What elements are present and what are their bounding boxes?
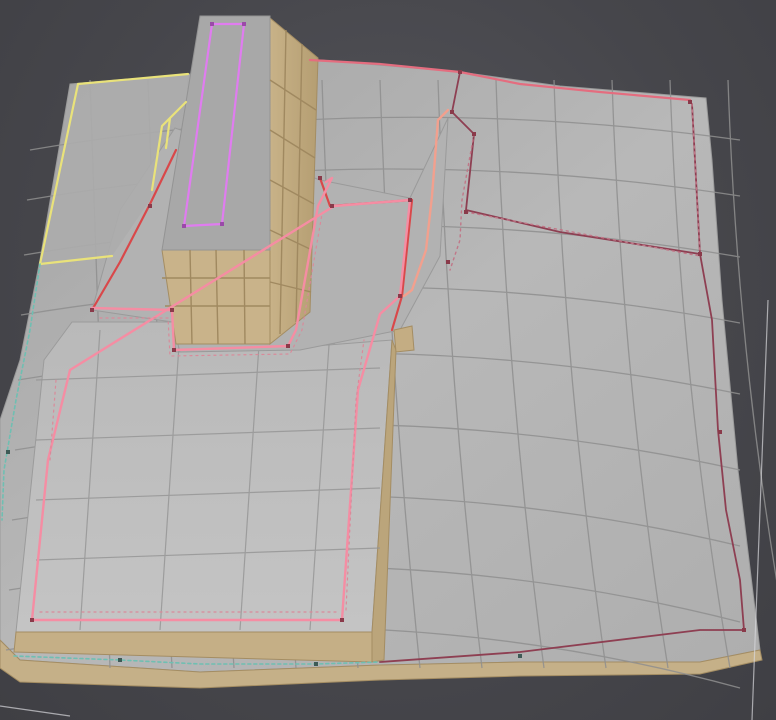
- scene-canvas[interactable]: [0, 0, 776, 720]
- vertex-marker[interactable]: [330, 204, 334, 208]
- vertex-marker[interactable]: [518, 654, 522, 658]
- vertex-marker[interactable]: [340, 618, 344, 622]
- vertex-marker[interactable]: [458, 70, 462, 74]
- vertex-marker[interactable]: [172, 348, 176, 352]
- 3d-viewport[interactable]: [0, 0, 776, 720]
- vertex-marker[interactable]: [90, 308, 94, 312]
- vertex-marker[interactable]: [464, 210, 468, 214]
- vertex-marker[interactable]: [242, 22, 246, 26]
- vertex-marker[interactable]: [220, 222, 224, 226]
- platform-slab: [13, 321, 397, 663]
- vertex-marker[interactable]: [698, 252, 702, 256]
- vertex-marker[interactable]: [450, 110, 454, 114]
- vertex-marker[interactable]: [408, 198, 412, 202]
- vertex-marker[interactable]: [30, 618, 34, 622]
- vertex-marker[interactable]: [446, 260, 450, 264]
- vertex-marker[interactable]: [170, 308, 174, 312]
- vertex-marker[interactable]: [118, 658, 122, 662]
- vertex-marker[interactable]: [210, 22, 214, 26]
- vertex-marker[interactable]: [318, 176, 322, 180]
- vertex-marker[interactable]: [286, 344, 290, 348]
- vertex-marker[interactable]: [742, 628, 746, 632]
- vertex-marker[interactable]: [718, 430, 722, 434]
- vertex-marker[interactable]: [688, 100, 692, 104]
- vertex-marker[interactable]: [6, 450, 10, 454]
- upper-block-side: [393, 325, 415, 353]
- vertex-marker[interactable]: [472, 132, 476, 136]
- vertex-marker[interactable]: [148, 204, 152, 208]
- vertex-marker[interactable]: [398, 294, 402, 298]
- tower-side-face: [269, 16, 319, 346]
- vertex-marker[interactable]: [314, 662, 318, 666]
- vertex-marker[interactable]: [182, 224, 186, 228]
